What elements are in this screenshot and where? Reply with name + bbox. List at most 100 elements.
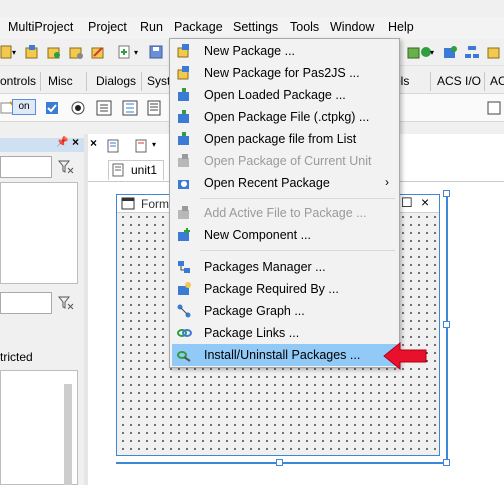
menu-item-label: Install/Uninstall Packages ... (204, 348, 361, 362)
menu-item-package-links[interactable]: Package Links ... (172, 322, 397, 344)
resize-handle-top-right[interactable] (443, 190, 450, 197)
open-package-file-icon (178, 110, 189, 123)
menu-package[interactable]: Package (174, 20, 223, 34)
menu-item-new-package-pas2js[interactable]: New Package for Pas2JS ... (172, 62, 397, 84)
package-required-icon (178, 282, 191, 295)
dropdown-arrow-icon[interactable]: ▾ (134, 48, 138, 57)
editor-toolbar-icon[interactable] (106, 138, 122, 154)
restricted-tab[interactable]: tricted (0, 350, 33, 364)
component-tree[interactable] (0, 182, 78, 284)
menu-item-label: Open Package File (.ctpkg) ... (204, 110, 370, 124)
new-component-icon (178, 228, 190, 241)
menu-item-open-loaded-package[interactable]: Open Loaded Package ... (172, 84, 397, 106)
open-package-icon[interactable] (24, 44, 40, 60)
menu-item-install-uninstall-packages[interactable]: Install/Uninstall Packages ... (172, 344, 397, 366)
form-icon (121, 197, 135, 210)
red-arrow-icon (383, 341, 427, 371)
tab-unit1[interactable]: unit1 (108, 160, 165, 180)
package-settings-icon[interactable] (68, 44, 84, 60)
add-file-toolbar-icon[interactable] (116, 44, 132, 60)
component-filter-input[interactable] (0, 156, 52, 178)
menu-window[interactable]: Window (330, 20, 374, 34)
pas2js-package-icon (177, 66, 189, 80)
menu-item-label: Open Package of Current Unit (204, 154, 372, 168)
menu-run[interactable]: Run (140, 20, 163, 34)
menu-help[interactable]: Help (388, 20, 414, 34)
menu-project[interactable]: Project (88, 20, 127, 34)
dropdown-arrow-icon[interactable]: ▾ (12, 48, 16, 57)
package-menu-dropdown: New Package ... New Package for Pas2JS .… (169, 38, 400, 368)
pin-icon[interactable]: 📌 (56, 137, 68, 148)
more-component-icon[interactable] (486, 100, 502, 116)
menu-settings[interactable]: Settings (233, 20, 278, 34)
unit-tab-label: unit1 (131, 163, 158, 177)
tab-dialogs[interactable]: Dialogs (96, 74, 136, 88)
filter-clear-icon[interactable] (58, 160, 74, 174)
package-icon[interactable] (46, 44, 62, 60)
dropdown-arrow-icon[interactable]: ▾ (152, 140, 156, 149)
add-file-icon (178, 206, 189, 219)
maximize-icon[interactable]: ☐ (401, 195, 413, 211)
menu-item-new-component[interactable]: New Component ... (172, 224, 397, 246)
menu-separator (200, 198, 395, 199)
checkbox-component-icon[interactable] (44, 100, 60, 116)
packages-manager-icon (178, 261, 190, 273)
close-icon[interactable]: × (72, 135, 79, 149)
menu-bar: MultiProject Project Run Package Setting… (0, 17, 504, 39)
close-editor-icon[interactable]: × (90, 136, 97, 150)
menu-item-package-required-by[interactable]: Package Required By ... (172, 278, 397, 300)
menu-item-new-package[interactable]: New Package ... (172, 40, 397, 62)
menu-item-label: Open Loaded Package ... (204, 88, 346, 102)
menu-item-label: Add Active File to Package ... (204, 206, 367, 220)
menu-item-label: Package Links ... (204, 326, 300, 340)
install-packages-icon (177, 351, 191, 362)
menu-item-open-package-file[interactable]: Open Package File (.ctpkg) ... (172, 106, 397, 128)
menu-item-open-from-list[interactable]: Open package file from List (172, 128, 397, 150)
resize-handle-bottom-right[interactable] (443, 459, 450, 466)
menu-multiproject[interactable]: MultiProject (8, 20, 73, 34)
tab-ac[interactable]: AC (490, 74, 504, 88)
filter-clear-icon[interactable] (58, 296, 74, 310)
tab-separator (40, 72, 41, 91)
menu-item-packages-manager[interactable]: Packages Manager ... (172, 256, 397, 278)
radio-component-icon[interactable] (70, 100, 86, 116)
tab-separator (86, 72, 87, 91)
tab-separator (484, 72, 485, 91)
combobox-component-icon[interactable] (122, 100, 138, 116)
dropdown-arrow-icon[interactable]: ▾ (430, 48, 434, 57)
form-title: Form (141, 197, 169, 211)
save-all-icon[interactable] (148, 44, 164, 60)
listbox-component-icon[interactable] (96, 100, 112, 116)
package-edit-icon[interactable] (90, 44, 106, 60)
package-compile-icon[interactable] (486, 44, 502, 60)
selection-border-right (446, 194, 448, 464)
scrollbar[interactable] (64, 384, 72, 485)
tab-separator (430, 72, 431, 91)
menu-separator (200, 250, 395, 251)
editor-toolbar-icon-2[interactable] (134, 138, 150, 154)
package-tree-icon[interactable] (464, 44, 480, 60)
tab-system[interactable]: Syst (147, 74, 170, 88)
menu-item-label: New Package ... (204, 44, 296, 58)
tab-misc[interactable]: Misc (48, 74, 73, 88)
memo-component-icon[interactable] (146, 100, 162, 116)
build-icon[interactable] (442, 44, 458, 60)
recent-package-icon (178, 180, 189, 189)
toggle-on-component[interactable]: on (12, 99, 36, 115)
tab-acs-io[interactable]: ACS I/O (437, 74, 481, 88)
resize-handle-bottom[interactable] (276, 459, 283, 466)
menu-item-label: Open package file from List (204, 132, 357, 146)
new-package-icon (177, 44, 189, 58)
menu-item-label: Package Graph ... (204, 304, 305, 318)
property-filter-input[interactable] (0, 292, 52, 314)
tab-controls[interactable]: ontrols (0, 74, 36, 88)
menu-item-open-recent-package[interactable]: Open Recent Package › (172, 172, 397, 194)
unit-file-icon (112, 163, 124, 177)
menu-item-label: Package Required By ... (204, 282, 339, 296)
package-current-unit-icon (178, 154, 189, 167)
menu-item-package-graph[interactable]: Package Graph ... (172, 300, 397, 322)
menu-item-label: Open Recent Package (204, 176, 330, 190)
menu-tools[interactable]: Tools (290, 20, 319, 34)
close-form-icon[interactable]: × (421, 194, 429, 210)
resize-handle-right[interactable] (443, 321, 450, 328)
